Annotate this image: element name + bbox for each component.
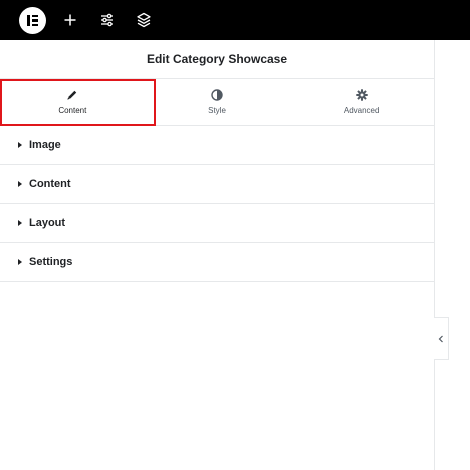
tab-style[interactable]: Style xyxy=(145,79,290,125)
section-content[interactable]: Content xyxy=(0,165,434,204)
elementor-logo-icon[interactable] xyxy=(19,7,46,34)
tab-advanced[interactable]: Advanced xyxy=(289,79,434,125)
top-toolbar xyxy=(0,0,470,40)
panel-title: Edit Category Showcase xyxy=(146,52,288,66)
caret-right-icon xyxy=(18,220,22,226)
section-layout[interactable]: Layout xyxy=(0,204,434,243)
chevron-left-icon xyxy=(438,330,444,348)
gear-icon xyxy=(355,89,368,101)
tab-style-label: Style xyxy=(208,106,226,115)
site-settings-icon[interactable] xyxy=(98,11,116,29)
collapse-panel-button[interactable] xyxy=(434,317,449,360)
preview-area xyxy=(435,40,470,470)
section-label: Content xyxy=(29,178,71,190)
pencil-icon xyxy=(66,89,78,101)
section-label: Settings xyxy=(29,256,73,268)
panel-tabs: Content Style Advanced xyxy=(0,79,434,126)
add-element-icon[interactable] xyxy=(61,11,79,29)
caret-right-icon xyxy=(18,259,22,265)
half-circle-icon xyxy=(211,89,223,101)
tab-advanced-label: Advanced xyxy=(343,106,380,115)
section-settings[interactable]: Settings xyxy=(0,243,434,282)
editor-panel: Edit Category Showcase Content Style Adv… xyxy=(0,40,435,470)
tab-content[interactable]: Content xyxy=(0,79,145,125)
section-label: Layout xyxy=(29,217,66,229)
section-image[interactable]: Image xyxy=(0,126,434,165)
section-label: Image xyxy=(29,139,61,151)
structure-layers-icon[interactable] xyxy=(135,11,153,29)
tab-content-label: Content xyxy=(58,106,87,115)
caret-right-icon xyxy=(18,142,22,148)
caret-right-icon xyxy=(18,181,22,187)
panel-header: Edit Category Showcase xyxy=(0,40,434,79)
